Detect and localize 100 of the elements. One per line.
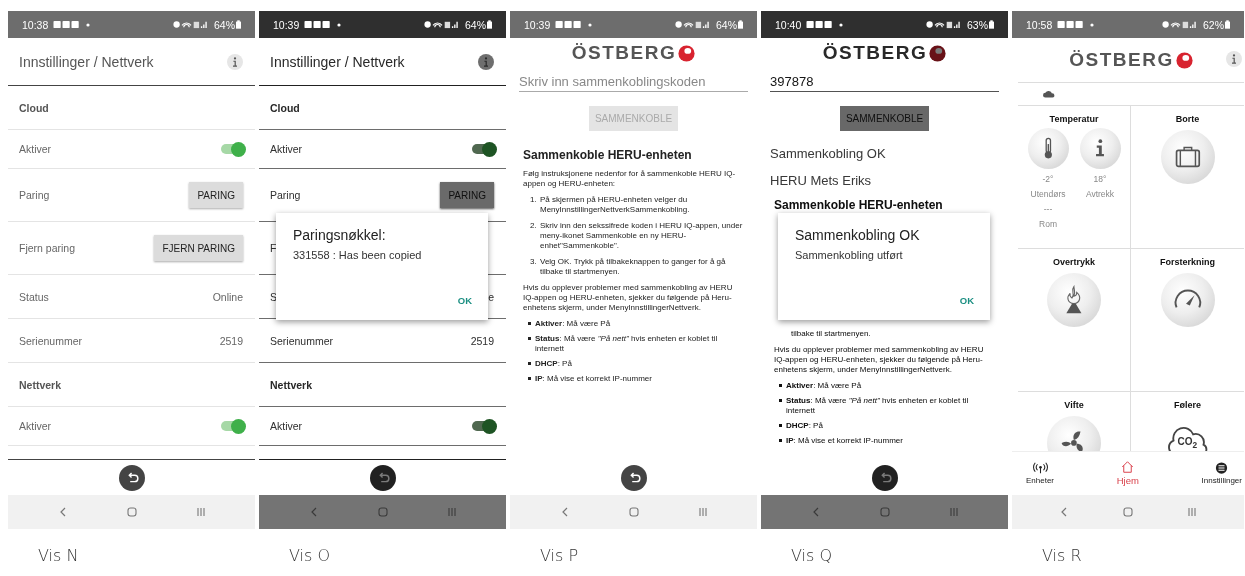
temperature-value: --- xyxy=(1043,204,1053,214)
tile-title: Følere xyxy=(1174,400,1201,410)
step-text: På skjermen på HERU-enheten velger du MenyInnstillingerNettverkSammenkobling. xyxy=(540,195,691,215)
dialog-title: Sammenkobling OK xyxy=(795,227,921,243)
bullet-icon xyxy=(528,322,531,325)
tab[interactable]: Enheter xyxy=(1024,460,1057,487)
signal-icons xyxy=(925,20,963,29)
logo-circle-icon xyxy=(678,44,696,62)
ok-button[interactable]: OK xyxy=(455,293,474,308)
action-button[interactable]: PARING xyxy=(189,182,243,208)
action-button[interactable]: FJERN PARING xyxy=(154,235,243,261)
undo-button[interactable] xyxy=(118,464,145,491)
toggle-switch[interactable] xyxy=(472,421,494,431)
home-button-icon[interactable] xyxy=(878,506,891,518)
ok-button[interactable]: OK xyxy=(957,293,976,308)
toggle-switch[interactable] xyxy=(472,144,494,154)
bullet-text: DHCP: På xyxy=(535,359,572,369)
guide-text: Følg instruksjonene nedenfor for å sammenkoble HERU IQ-appen og HERU-enheten: xyxy=(523,169,737,189)
step-text: Velg OK. Trykk på tilbakeknappen to ganger for å gå tilbake til startmenyen. xyxy=(540,257,727,277)
tile-title: Borte xyxy=(1175,114,1200,124)
battery-icon xyxy=(738,20,743,29)
dot-icon xyxy=(337,22,342,27)
logo-circle-icon xyxy=(929,44,947,62)
battery-level: 64% xyxy=(716,18,737,31)
bullet-icon xyxy=(528,377,531,380)
guide-heading: Sammenkoble HERU-enheten xyxy=(774,197,944,213)
temperature-value: 18° xyxy=(1093,174,1107,184)
section-title: Cloud xyxy=(19,101,49,114)
undo-button[interactable] xyxy=(620,464,647,491)
section-title: Cloud xyxy=(270,101,300,114)
setting-label: Aktiver xyxy=(270,420,303,432)
result-text: HERU Mets Eriks xyxy=(770,173,872,188)
battery-level: 64% xyxy=(465,18,486,31)
tab[interactable]: Hjem xyxy=(1114,459,1141,488)
tile-title: Forsterkning xyxy=(1160,257,1215,267)
undo-button[interactable] xyxy=(871,464,898,491)
figure-caption: Vis R xyxy=(1042,546,1083,565)
dialog-message: Sammenkobling utført xyxy=(795,249,904,261)
bullet-icon xyxy=(779,424,782,427)
tab[interactable]: Innstillinger xyxy=(1199,460,1244,487)
logo-text: ÖSTBERG xyxy=(1069,49,1174,71)
signal-icons xyxy=(1161,20,1199,29)
tile-title: Vifte xyxy=(1064,400,1084,410)
cloud-icon[interactable] xyxy=(1043,90,1055,98)
battery-icon xyxy=(487,20,492,29)
setting-label: F xyxy=(270,242,277,254)
info-icon[interactable] xyxy=(478,53,494,70)
setting-label: Serienummer xyxy=(19,334,83,347)
setting-label: Aktiver xyxy=(19,420,52,432)
setting-label: S xyxy=(270,290,277,303)
thermometer-icon[interactable] xyxy=(1027,128,1069,169)
toggle-switch[interactable] xyxy=(221,144,243,154)
signal-icons xyxy=(172,20,210,29)
campfire-icon[interactable] xyxy=(1047,273,1101,327)
battery-icon xyxy=(1225,20,1230,29)
result-text: Sammenkobling OK xyxy=(770,146,886,161)
signal-icons xyxy=(423,20,461,29)
setting-label: Status xyxy=(19,290,49,303)
signal-icons xyxy=(674,20,712,29)
screen-title: Innstillinger / Nettverk xyxy=(270,53,405,70)
setting-label: Paring xyxy=(270,189,301,201)
step-text: Skriv inn den sekssifrede koden i HERU IQ-appen, under meny-ikonet Sammenkoble en ny HERU-enhet"Sammenkoble". xyxy=(540,221,744,251)
screen-title: Innstillinger / Nettverk xyxy=(19,53,154,70)
bullet-icon xyxy=(779,399,782,402)
home-button-icon[interactable] xyxy=(376,506,389,518)
figure-caption: Vis Q xyxy=(791,546,834,565)
figure-caption: Vis O xyxy=(289,546,332,565)
status-time: 10:38 xyxy=(22,18,49,31)
action-button[interactable]: PARING xyxy=(440,182,494,208)
step-number: 2. xyxy=(530,221,537,230)
figure-caption: Vis P xyxy=(540,546,580,565)
suitcase-icon[interactable] xyxy=(1160,130,1215,184)
home-button-icon[interactable] xyxy=(1122,506,1134,518)
temperature-value: -2° xyxy=(1042,174,1054,184)
home-button-icon[interactable] xyxy=(627,506,640,518)
tile-title: Temperatur xyxy=(1049,114,1099,124)
logo-text: ÖSTBERG xyxy=(571,42,677,64)
code-input[interactable]: Skriv inn sammenkoblingskoden xyxy=(519,72,748,92)
toggle-switch[interactable] xyxy=(221,421,243,431)
home-button-icon[interactable] xyxy=(125,506,138,518)
gauge-icon[interactable] xyxy=(1160,273,1215,327)
battery-level: 64% xyxy=(214,18,235,31)
setting-label: Aktiver xyxy=(19,143,52,155)
bullet-text: Status: Må være "På nett" hvis enheten er koblet til internett xyxy=(535,334,719,354)
info-icon[interactable] xyxy=(1079,128,1121,169)
menu-icon xyxy=(1214,462,1230,474)
dot-icon xyxy=(839,22,844,27)
tile-title: Overtrykk xyxy=(1053,257,1095,267)
bullet-text: IP: Må vise et korrekt IP-nummer xyxy=(786,436,903,446)
setting-value: Online xyxy=(212,290,243,303)
guide-text: Hvis du opplever problemer med sammenkobling av HERU IQ-appen og HERU-enheten, sjekker du følgende på Heru-enhetens skjerm, under MenyInnstillingerNettverk. xyxy=(774,345,985,375)
setting-label: Serienummer xyxy=(270,334,334,347)
dialog-message: 331558 : Has been copied xyxy=(293,249,423,261)
code-input[interactable]: 397878 xyxy=(770,72,999,92)
bullet-icon xyxy=(528,362,531,365)
undo-button[interactable] xyxy=(369,464,396,491)
dot-icon xyxy=(1090,22,1095,27)
status-time: 10:39 xyxy=(524,18,551,31)
temperature-label: Utendørs xyxy=(1030,189,1066,199)
step-number: 1. xyxy=(530,195,537,204)
